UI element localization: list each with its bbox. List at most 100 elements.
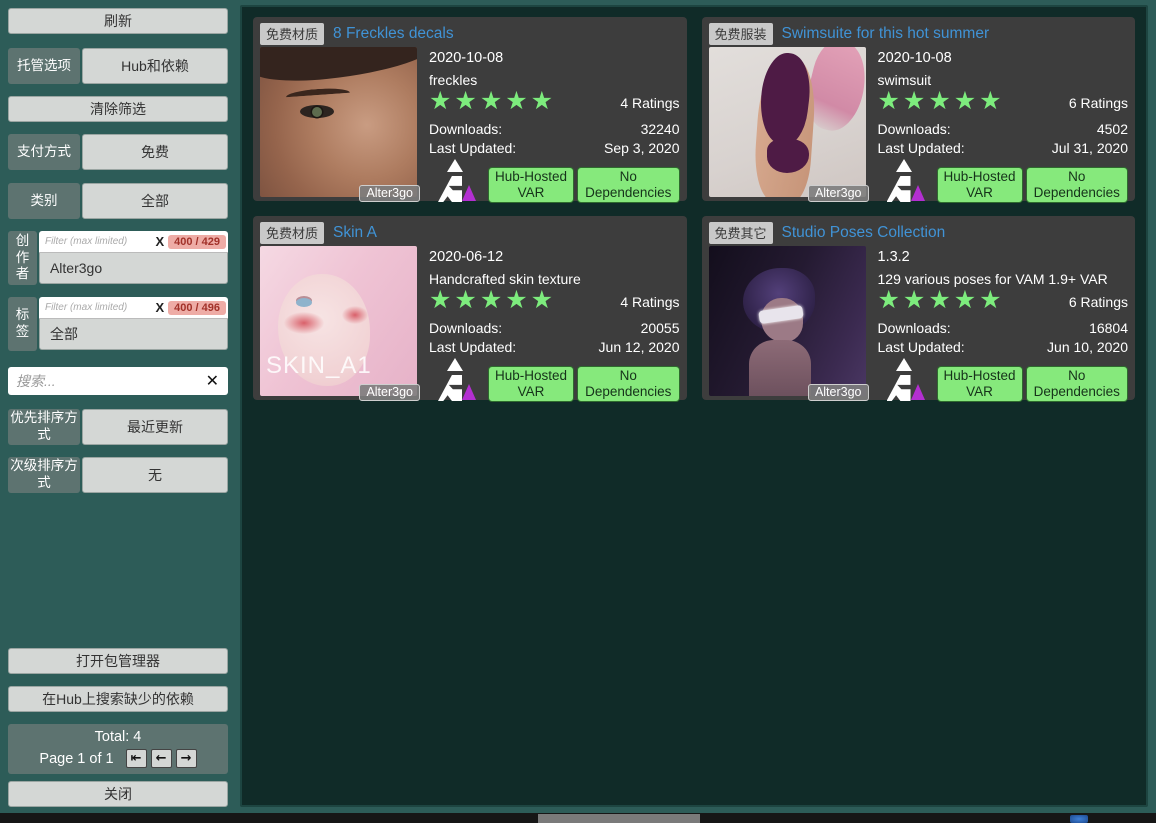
no-dependencies-button[interactable]: No Dependencies: [577, 167, 680, 203]
resource-card: 免费材质 Skin A SKIN_A1 Alter3go 2020-06-12 …: [253, 216, 687, 400]
page-indicator: Page 1 of 1: [39, 751, 113, 767]
taskbar-blue-icon[interactable]: [1070, 815, 1088, 823]
results-panel: 免费材质 8 Freckles decals Alter3go 2020-10-…: [240, 5, 1148, 807]
close-button[interactable]: 关闭: [8, 781, 228, 807]
resource-subtitle: freckles: [429, 72, 680, 88]
hub-hosted-var-button[interactable]: Hub-Hosted VAR: [937, 167, 1023, 203]
primary-sort-select[interactable]: 最近更新: [82, 409, 228, 445]
resource-title-link[interactable]: Studio Poses Collection: [782, 224, 946, 242]
creator-tag: Alter3go: [808, 384, 869, 401]
alter3go-logo-icon: [885, 159, 925, 203]
taskbar-item[interactable]: [538, 814, 700, 823]
tags-select[interactable]: 全部: [39, 319, 228, 350]
search-missing-deps-button[interactable]: 在Hub上搜索缺少的依赖: [8, 686, 228, 712]
updated-label: Last Updated:: [878, 140, 965, 156]
creator-filter-clear-icon[interactable]: X: [151, 234, 168, 249]
creator-filter-line: X 400 / 429: [39, 231, 228, 253]
tags-filter-line: X 400 / 496: [39, 297, 228, 319]
alter3go-logo-icon: [885, 358, 925, 402]
star-rating-icons: ★★★★★: [878, 89, 1005, 114]
creator-filter-input[interactable]: [39, 236, 151, 247]
category-row: 类别 全部: [8, 183, 228, 219]
ratings-count: 6 Ratings: [1069, 294, 1128, 310]
sidebar-spacer: [8, 493, 228, 648]
secondary-sort-label: 次级排序方式: [8, 457, 80, 493]
creator-row: 创作者 X 400 / 429 Alter3go: [8, 231, 228, 285]
tags-filter-clear-icon[interactable]: X: [151, 300, 168, 315]
resource-subtitle: Handcrafted skin texture: [429, 271, 680, 287]
taskbar-strip: [0, 813, 1156, 823]
category-select[interactable]: 全部: [82, 183, 228, 219]
first-page-button[interactable]: ⇤: [126, 749, 147, 768]
downloads-value: 20055: [641, 320, 680, 336]
downloads-value: 32240: [641, 121, 680, 137]
resource-thumbnail[interactable]: Alter3go: [260, 47, 417, 197]
alter3go-logo-icon: [436, 159, 476, 203]
ratings-count: 4 Ratings: [620, 95, 679, 111]
secondary-sort-row: 次级排序方式 无: [8, 457, 228, 493]
resource-title-link[interactable]: 8 Freckles decals: [333, 25, 454, 43]
hub-hosted-var-button[interactable]: Hub-Hosted VAR: [488, 366, 574, 402]
secondary-sort-select[interactable]: 无: [82, 457, 228, 493]
ratings-count: 4 Ratings: [620, 294, 679, 310]
no-dependencies-button[interactable]: No Dependencies: [1026, 366, 1129, 402]
resource-thumbnail[interactable]: SKIN_A1 Alter3go: [260, 246, 417, 396]
updated-value: Jul 31, 2020: [1052, 140, 1128, 156]
hub-hosted-var-button[interactable]: Hub-Hosted VAR: [937, 366, 1023, 402]
hosting-option-select[interactable]: Hub和依赖: [82, 48, 228, 84]
creator-tag: Alter3go: [808, 185, 869, 202]
star-rating-icons: ★★★★★: [429, 288, 556, 313]
category-badge: 免费服装: [709, 23, 773, 45]
release-date: 2020-10-08: [429, 50, 680, 66]
thumbnail-image: [709, 47, 866, 197]
open-package-manager-button[interactable]: 打开包管理器: [8, 648, 228, 674]
no-dependencies-button[interactable]: No Dependencies: [577, 366, 680, 402]
next-page-button[interactable]: →: [176, 749, 197, 768]
updated-value: Jun 12, 2020: [599, 339, 680, 355]
downloads-label: Downloads:: [878, 121, 951, 137]
creator-select[interactable]: Alter3go: [39, 253, 228, 284]
resource-subtitle: swimsuit: [878, 72, 1129, 88]
primary-sort-label: 优先排序方式: [8, 409, 80, 445]
hosting-option-row: 托管选项 Hub和依赖: [8, 48, 228, 84]
thumbnail-image: SKIN_A1: [260, 246, 417, 396]
star-rating-icons: ★★★★★: [878, 288, 1005, 313]
payment-select[interactable]: 免费: [82, 134, 228, 170]
tags-label: 标签: [8, 297, 37, 351]
resource-title-link[interactable]: Skin A: [333, 224, 377, 242]
downloads-label: Downloads:: [429, 121, 502, 137]
payment-row: 支付方式 免费: [8, 134, 228, 170]
primary-sort-row: 优先排序方式 最近更新: [8, 409, 228, 445]
hub-hosted-var-button[interactable]: Hub-Hosted VAR: [488, 167, 574, 203]
resource-thumbnail[interactable]: Alter3go: [709, 246, 866, 396]
resource-card: 免费其它 Studio Poses Collection Alter3go 1.…: [702, 216, 1136, 400]
star-rating-icons: ★★★★★: [429, 89, 556, 114]
creator-label: 创作者: [8, 231, 37, 285]
search-input[interactable]: [8, 373, 197, 389]
tags-filter-input[interactable]: [39, 302, 151, 313]
resource-card: 免费服装 Swimsuite for this hot summer Alter…: [702, 17, 1136, 201]
payment-label: 支付方式: [8, 134, 80, 170]
creator-filter-counter: 400 / 429: [168, 235, 226, 249]
total-count: Total: 4: [16, 729, 220, 745]
thumbnail-image: [260, 47, 417, 197]
updated-label: Last Updated:: [429, 140, 516, 156]
refresh-button[interactable]: 刷新: [8, 8, 228, 34]
category-badge: 免费其它: [709, 222, 773, 244]
search-box: ✕: [8, 367, 228, 395]
resource-card: 免费材质 8 Freckles decals Alter3go 2020-10-…: [253, 17, 687, 201]
updated-label: Last Updated:: [429, 339, 516, 355]
updated-label: Last Updated:: [878, 339, 965, 355]
category-label: 类别: [8, 183, 80, 219]
no-dependencies-button[interactable]: No Dependencies: [1026, 167, 1129, 203]
resource-thumbnail[interactable]: Alter3go: [709, 47, 866, 197]
release-date: 2020-10-08: [878, 50, 1129, 66]
resource-subtitle: 129 various poses for VAM 1.9+ VAR: [878, 271, 1129, 287]
tags-row: 标签 X 400 / 496 全部: [8, 297, 228, 351]
prev-page-button[interactable]: ←: [151, 749, 172, 768]
resource-title-link[interactable]: Swimsuite for this hot summer: [782, 25, 990, 43]
clear-filters-button[interactable]: 清除筛选: [8, 96, 228, 122]
search-clear-icon[interactable]: ✕: [197, 371, 228, 391]
thumbnail-caption: SKIN_A1: [266, 352, 372, 380]
downloads-label: Downloads:: [429, 320, 502, 336]
